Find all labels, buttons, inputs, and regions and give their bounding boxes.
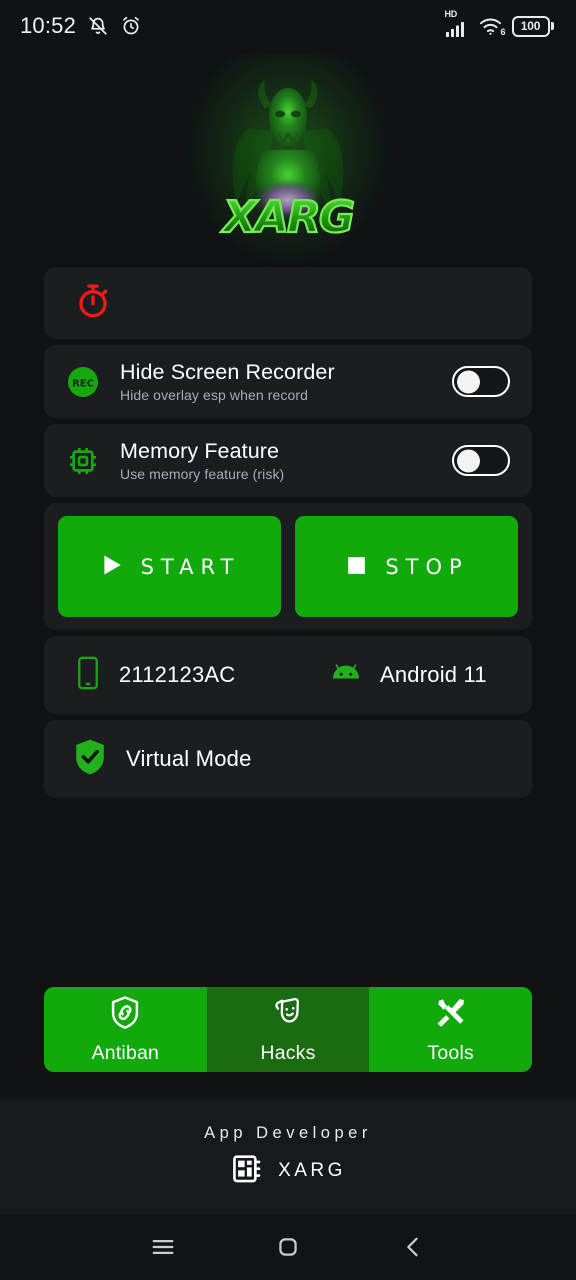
toggle-memory-feature[interactable] [452,445,510,476]
setting-text-hide-screen-recorder: Hide Screen Recorder Hide overlay esp wh… [120,360,434,403]
tab-label-tools: Tools [427,1041,474,1064]
tab-tools[interactable]: Tools [369,987,532,1072]
shield-link-icon [108,995,142,1036]
start-button[interactable]: START [58,516,281,617]
toggle-knob [457,449,480,472]
app-screen: 10:52 HD 6 100 REC Hide Screen Recorder … [0,0,576,1280]
virtual-mode-label: Virtual Mode [126,746,252,771]
memory-chip-icon [64,442,102,480]
setting-title: Hide Screen Recorder [120,359,335,384]
footer-title: App Developer [204,1123,372,1142]
home-icon[interactable] [266,1225,310,1269]
status-bar: 10:52 HD 6 100 [0,0,576,52]
setting-row-memory-feature[interactable]: Memory Feature Use memory feature (risk) [44,424,532,497]
android-nav-bar [0,1214,576,1280]
smartphone-icon [74,655,102,696]
status-bar-left: 10:52 [20,13,142,39]
setting-subtitle: Hide overlay esp when record [120,387,309,404]
recents-icon[interactable] [141,1225,185,1269]
tab-antiban[interactable]: Antiban [44,987,207,1072]
stop-button-label: STOP [385,554,469,579]
os-version-value: Android 11 [380,662,487,687]
wifi-generation-label: 6 [500,27,506,37]
main-content: REC Hide Screen Recorder Hide overlay es… [0,267,576,798]
tab-hacks[interactable]: Hacks [206,987,370,1072]
tab-label-hacks: Hacks [260,1041,316,1064]
stopwatch-icon [74,282,112,325]
footer: App Developer XARG [0,1100,576,1214]
action-buttons-card: START STOP [44,503,532,630]
shield-check-icon [72,737,108,782]
theater-masks-icon [271,995,305,1036]
stop-button[interactable]: STOP [295,516,518,617]
mute-bell-icon [87,15,109,37]
status-bar-right: HD 6 100 [445,9,554,39]
svg-text:REC: REC [72,378,94,389]
timer-card[interactable] [44,267,532,339]
battery-icon: 100 [511,15,554,37]
status-time: 10:52 [20,13,77,38]
device-model-value: 2112123AC [119,662,236,687]
signal-bars-icon: HD [445,9,469,39]
developer-name: XARG [278,1160,346,1181]
logo-glow [185,54,391,265]
stop-icon [344,553,369,581]
setting-title: Memory Feature [120,438,280,463]
os-version-cell: Android 11 [329,661,487,690]
setting-text-memory-feature: Memory Feature Use memory feature (risk) [120,439,434,482]
battery-level-label: 100 [520,19,541,33]
network-type-label: HD [444,8,458,19]
wifi-icon: 6 [478,16,506,37]
toggle-knob [457,370,480,393]
start-button-label: START [140,554,241,579]
play-icon [99,551,125,582]
alarm-clock-icon [120,15,142,37]
developer-credit: XARG [230,1152,346,1191]
wrench-screwdriver-icon [434,995,468,1036]
tab-label-antiban: Antiban [91,1041,160,1064]
setting-row-hide-screen-recorder[interactable]: REC Hide Screen Recorder Hide overlay es… [44,345,532,418]
android-icon [329,661,363,690]
app-logo: XARG [0,52,576,267]
device-model-cell: 2112123AC [74,655,329,696]
rec-icon: REC [64,363,102,401]
device-info-card: 2112123AC Android 11 [44,636,532,714]
toggle-hide-screen-recorder[interactable] [452,366,510,397]
virtual-mode-card[interactable]: Virtual Mode [44,720,532,798]
bottom-tab-bar: Antiban Hacks Tools [44,987,532,1072]
setting-subtitle: Use memory feature (risk) [120,466,285,483]
back-icon[interactable] [391,1225,435,1269]
chip-badge-icon [230,1152,264,1191]
